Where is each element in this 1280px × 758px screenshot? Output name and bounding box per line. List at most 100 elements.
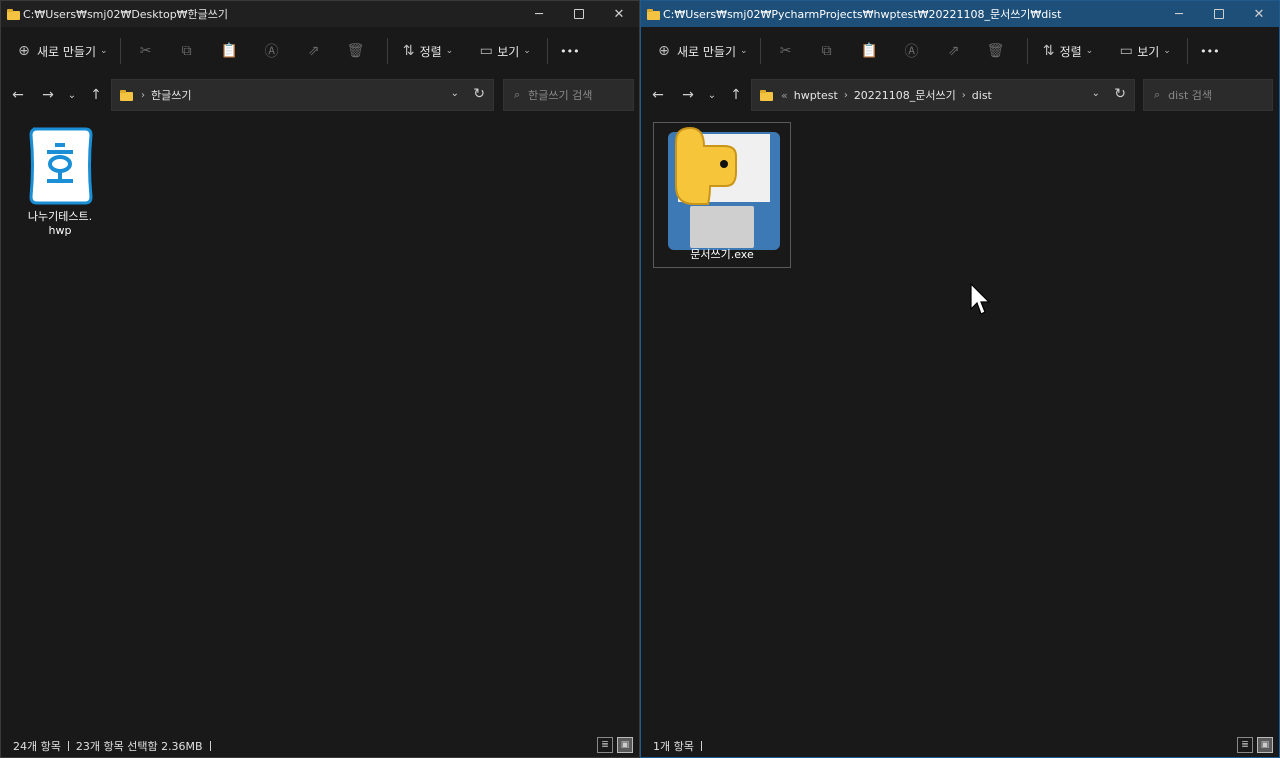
large-icons-view-icon[interactable]: ▣: [1257, 737, 1273, 753]
details-view-icon[interactable]: ≣: [1237, 737, 1253, 753]
share-icon[interactable]: ⇗: [933, 43, 975, 59]
chevron-down-icon[interactable]: ⌄: [1092, 88, 1100, 99]
view-button[interactable]: ▭ 보기 ⌄: [475, 36, 531, 66]
up-icon[interactable]: ↑: [83, 87, 109, 103]
back-icon[interactable]: ←: [5, 87, 31, 103]
close-icon: ✕: [1253, 6, 1265, 22]
sort-button[interactable]: ⇅ 정렬 ⌄: [1038, 36, 1094, 66]
chevron-down-icon: ⌄: [100, 46, 108, 56]
paste-icon[interactable]: 📋: [209, 43, 251, 59]
status-divider: [700, 741, 702, 751]
close-button[interactable]: ✕: [599, 1, 639, 27]
maximize-icon: [1214, 9, 1224, 19]
file-extension: hwp: [48, 224, 72, 237]
refresh-icon[interactable]: ↻: [473, 86, 485, 102]
sort-button-label: 정렬: [1059, 44, 1082, 59]
title-bar[interactable]: C:₩Users₩smj02₩Desktop₩한글쓰기 ─ ✕: [1, 1, 639, 27]
command-bar: ⊕ 새로 만들기 ⌄ ✂ ⧉ 📋 Ⓐ ⇗ 🗑 ⇅ 정렬 ⌄ ▭ 보기 ⌄ •••: [641, 31, 1279, 71]
folder-icon: [120, 89, 133, 101]
selection-info: 23개 항목 선택함 2.36MB: [75, 740, 203, 753]
file-item[interactable]: 나누기테스트. hwp: [19, 125, 101, 238]
cut-icon[interactable]: ✂: [127, 43, 165, 59]
more-options-icon[interactable]: •••: [1194, 45, 1226, 58]
chevron-down-icon: ⌄: [1085, 46, 1094, 56]
maximize-icon: [574, 9, 584, 19]
new-button-label: 새로 만들기: [677, 44, 737, 59]
refresh-icon[interactable]: ↻: [1114, 86, 1126, 102]
up-icon[interactable]: ↑: [723, 87, 749, 103]
rename-icon[interactable]: Ⓐ: [891, 41, 933, 61]
details-view-icon[interactable]: ≣: [597, 737, 613, 753]
toolbar-divider: [546, 38, 548, 64]
toolbar-divider: [119, 38, 121, 64]
folder-icon: [647, 9, 660, 20]
python-exe-icon: [668, 126, 780, 250]
window-title: C:₩Users₩smj02₩PycharmProjects₩hwptest₩2…: [663, 8, 1062, 21]
command-bar: ⊕ 새로 만들기 ⌄ ✂ ⧉ 📋 Ⓐ ⇗ 🗑 ⇅ 정렬 ⌄ ▭ 보기 ⌄ •••: [1, 31, 639, 71]
large-icons-view-icon[interactable]: ▣: [617, 737, 633, 753]
copy-icon[interactable]: ⧉: [165, 43, 209, 59]
close-icon: ✕: [613, 6, 625, 22]
search-box[interactable]: ⌕ dist 검색: [1143, 79, 1273, 111]
chevron-down-icon: ⌄: [523, 46, 531, 56]
new-button[interactable]: ⊕ 새로 만들기 ⌄: [11, 36, 108, 66]
file-name: 나누기테스트.: [27, 210, 93, 223]
folder-icon: [7, 9, 20, 20]
sort-button[interactable]: ⇅ 정렬 ⌄: [398, 36, 454, 66]
search-placeholder: dist 검색: [1168, 89, 1212, 102]
rename-icon[interactable]: Ⓐ: [251, 41, 293, 61]
item-count: 24개 항목: [13, 740, 61, 753]
search-box[interactable]: ⌕ 한글쓰기 검색: [503, 79, 634, 111]
view-button[interactable]: ▭ 보기 ⌄: [1115, 36, 1171, 66]
file-item[interactable]: 문서쓰기.exe: [653, 122, 791, 268]
delete-icon[interactable]: 🗑: [335, 43, 377, 59]
back-icon[interactable]: ←: [645, 87, 671, 103]
breadcrumb-overflow[interactable]: «: [781, 89, 788, 102]
minimize-icon: ─: [1175, 6, 1183, 22]
forward-icon[interactable]: →: [35, 87, 61, 103]
delete-icon[interactable]: 🗑: [975, 43, 1017, 59]
view-button-label: 보기: [1137, 44, 1160, 59]
mouse-cursor-icon: [970, 283, 990, 315]
toolbar-divider: [759, 38, 761, 64]
address-bar[interactable]: « hwptest › 20221108_문서쓰기 › dist ⌄ ↻: [751, 79, 1135, 111]
minimize-button[interactable]: ─: [519, 1, 559, 27]
chevron-right-icon: ›: [843, 89, 848, 101]
chevron-right-icon: ›: [961, 89, 966, 101]
breadcrumb-item[interactable]: 20221108_문서쓰기: [854, 87, 956, 103]
recent-locations-icon[interactable]: ⌄: [701, 90, 723, 101]
new-button[interactable]: ⊕ 새로 만들기 ⌄: [651, 36, 747, 66]
item-count: 1개 항목: [653, 740, 694, 753]
window-title: C:₩Users₩smj02₩Desktop₩한글쓰기: [23, 8, 229, 21]
breadcrumb-item[interactable]: dist: [972, 89, 992, 102]
chevron-down-icon: ⌄: [1163, 46, 1171, 56]
breadcrumb-item[interactable]: hwptest: [794, 89, 838, 102]
view-button-label: 보기: [497, 44, 520, 59]
address-bar[interactable]: › 한글쓰기 ⌄ ↻: [111, 79, 494, 111]
sort-icon: ⇅: [402, 43, 415, 59]
more-options-icon[interactable]: •••: [554, 45, 586, 58]
maximize-button[interactable]: [1199, 1, 1239, 27]
paste-icon[interactable]: 📋: [849, 43, 891, 59]
search-placeholder: 한글쓰기 검색: [528, 89, 593, 102]
chevron-right-icon: ›: [141, 89, 145, 101]
breadcrumb-item[interactable]: 한글쓰기: [151, 87, 191, 103]
new-icon: ⊕: [658, 43, 670, 59]
explorer-window-right: C:₩Users₩smj02₩PycharmProjects₩hwptest₩2…: [640, 0, 1280, 758]
close-button[interactable]: ✕: [1239, 1, 1279, 27]
chevron-down-icon: ⌄: [445, 46, 454, 56]
hwp-file-icon: [29, 127, 93, 205]
cut-icon[interactable]: ✂: [767, 43, 805, 59]
share-icon[interactable]: ⇗: [293, 43, 335, 59]
copy-icon[interactable]: ⧉: [805, 43, 849, 59]
toolbar-divider: [386, 38, 388, 64]
minimize-button[interactable]: ─: [1159, 1, 1199, 27]
status-bar: 1개 항목 ≣ ▣: [641, 735, 1279, 757]
sort-icon: ⇅: [1042, 43, 1055, 59]
forward-icon[interactable]: →: [675, 87, 701, 103]
chevron-down-icon[interactable]: ⌄: [451, 88, 459, 99]
status-divider: [209, 741, 211, 751]
recent-locations-icon[interactable]: ⌄: [61, 90, 83, 101]
maximize-button[interactable]: [559, 1, 599, 27]
title-bar[interactable]: C:₩Users₩smj02₩PycharmProjects₩hwptest₩2…: [641, 1, 1279, 27]
